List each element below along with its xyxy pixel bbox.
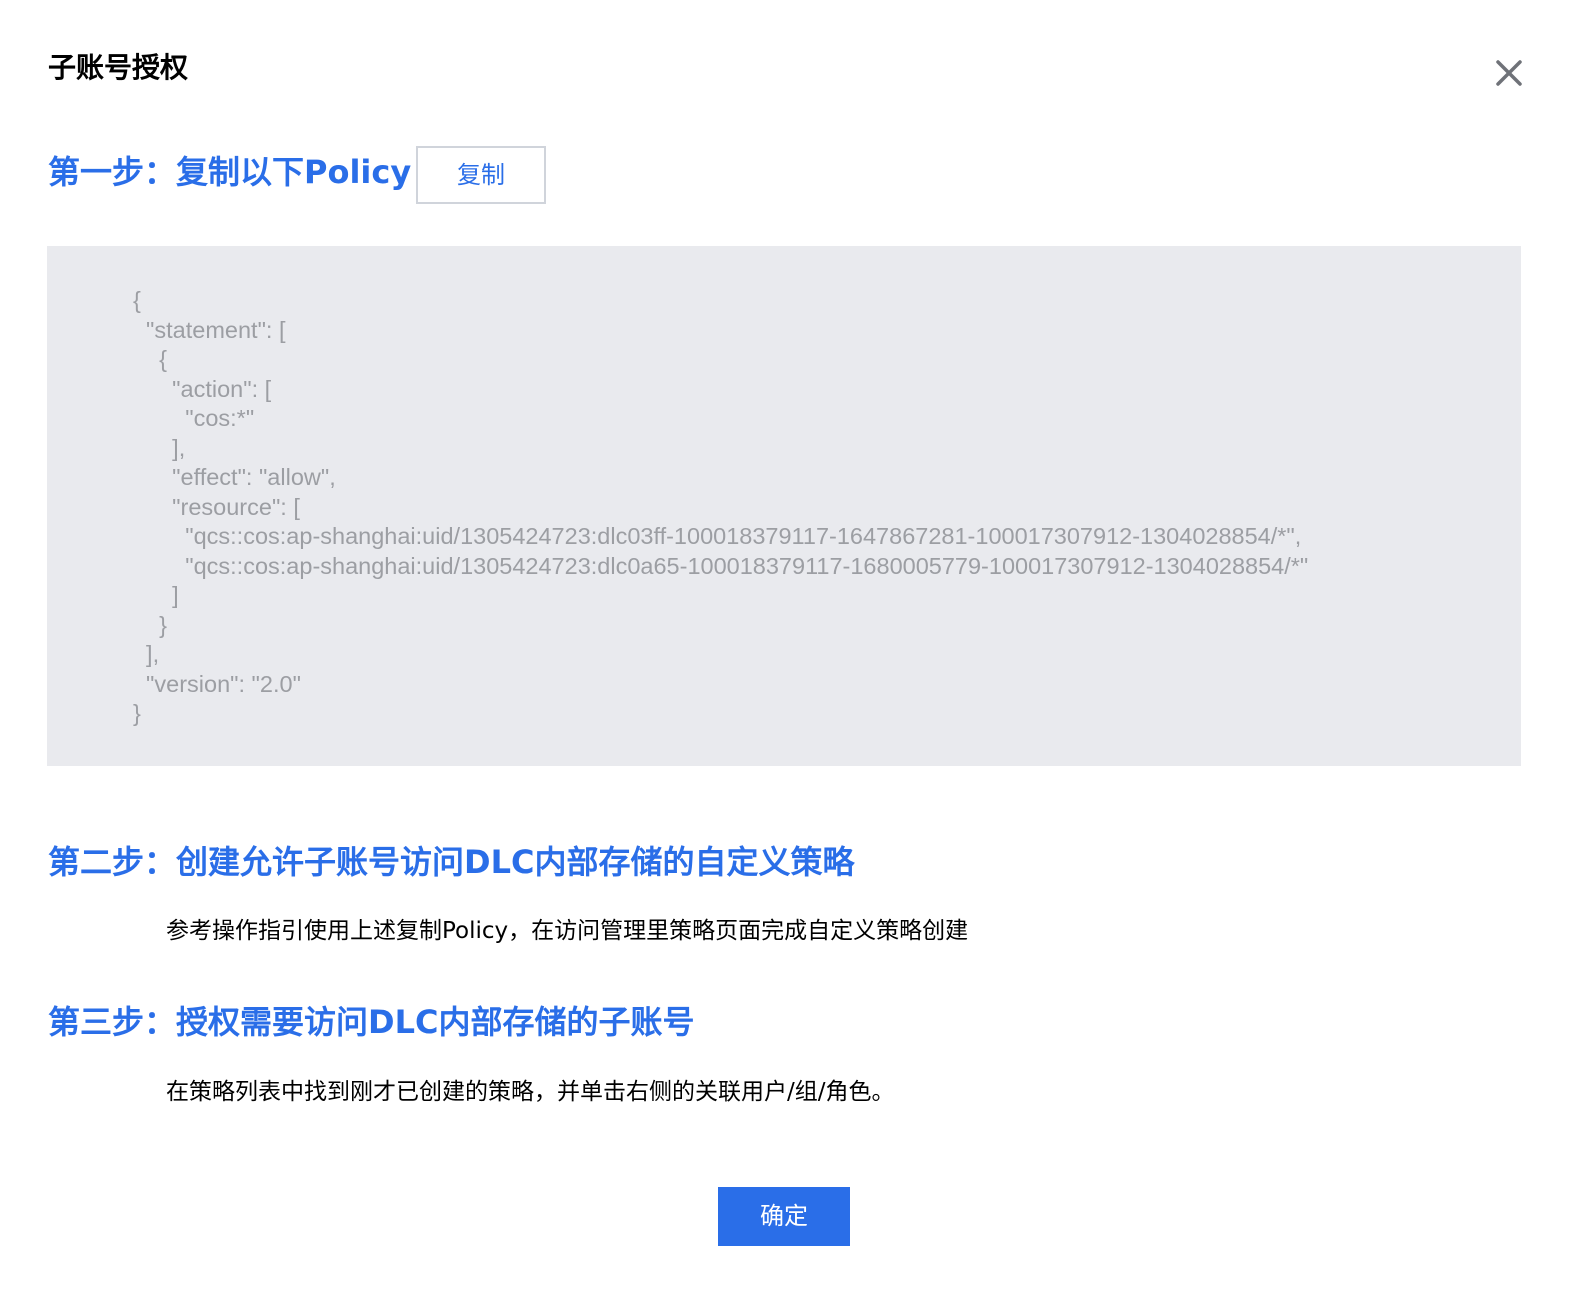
step3-description: 在策略列表中找到刚才已创建的策略，并单击右侧的关联用户/组/角色。	[166, 1079, 895, 1105]
authorization-dialog: 子账号授权 第一步：复制以下Policy 复制 { "statement": […	[0, 0, 1596, 1302]
step3-title: 第三步：授权需要访问DLC内部存储的子账号	[48, 1003, 695, 1041]
confirm-button[interactable]: 确定	[718, 1187, 850, 1246]
policy-code-text: { "statement": [ { "action": [ "cos:*" ]…	[133, 287, 1309, 726]
dialog-title: 子账号授权	[48, 51, 189, 84]
policy-code-block: { "statement": [ { "action": [ "cos:*" ]…	[47, 246, 1521, 766]
step1-title: 第一步：复制以下Policy	[48, 153, 412, 191]
step2-description: 参考操作指引使用上述复制Policy，在访问管理里策略页面完成自定义策略创建	[166, 918, 969, 944]
close-icon	[1496, 60, 1522, 86]
copy-button[interactable]: 复制	[416, 146, 546, 204]
close-button[interactable]	[1486, 52, 1530, 96]
step2-title: 第二步：创建允许子账号访问DLC内部存储的自定义策略	[48, 843, 855, 881]
